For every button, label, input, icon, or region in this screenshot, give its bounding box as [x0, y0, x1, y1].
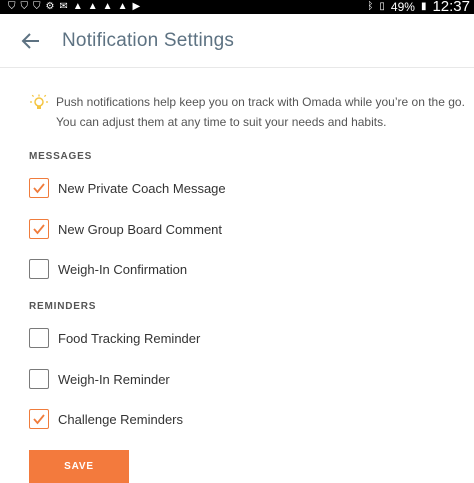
- warning-icon: ▲: [117, 1, 128, 12]
- checkmark-icon: [33, 183, 45, 194]
- option-label: Weigh-In Reminder: [58, 371, 170, 387]
- checkbox-checked[interactable]: [29, 178, 49, 198]
- settings-icon: ⚙: [45, 1, 55, 12]
- checkmark-icon: [33, 414, 45, 425]
- tip-line-2: You can adjust them at any time to suit …: [56, 115, 387, 129]
- page-title: Notification Settings: [62, 30, 235, 51]
- reminders-section-header: REMINDERS: [29, 301, 97, 312]
- mail-icon: ✉: [59, 1, 68, 12]
- shield-icon: ⛉: [20, 1, 29, 12]
- shield-icon: ⛉: [8, 1, 16, 12]
- battery-percent: 49%: [390, 0, 415, 14]
- status-bar: ⛉ ⛉ ⛉ ⚙ ✉ ▲ ▲ ▲ ▲ ▶ ᛒ ▯ 49% ▮ 12:37: [0, 0, 474, 14]
- bluetooth-icon: ᛒ: [367, 1, 374, 12]
- save-button[interactable]: SAVE: [29, 450, 129, 483]
- battery-icon: ▮: [420, 1, 427, 12]
- back-arrow-icon[interactable]: [20, 30, 42, 52]
- option-label: New Group Board Comment: [58, 221, 223, 237]
- checkmark-icon: [33, 224, 45, 235]
- option-weigh-in-reminder[interactable]: Weigh-In Reminder: [29, 368, 170, 390]
- option-label: Weigh-In Confirmation: [58, 261, 188, 277]
- notification-icons: ⛉ ⛉ ⛉ ⚙ ✉ ▲ ▲ ▲ ▲ ▶: [8, 0, 140, 14]
- warning-icon: ▲: [102, 1, 113, 12]
- checkbox-unchecked[interactable]: [29, 369, 49, 389]
- tip-text: Push notifications help keep you on trac…: [56, 92, 466, 132]
- option-challenge-reminders[interactable]: Challenge Reminders: [29, 408, 183, 430]
- option-weigh-in-confirmation[interactable]: Weigh-In Confirmation: [29, 258, 187, 280]
- shield-icon: ⛉: [33, 1, 41, 12]
- checkbox-checked[interactable]: [29, 219, 49, 239]
- checkbox-unchecked[interactable]: [29, 259, 49, 279]
- play-store-icon: ▶: [132, 1, 141, 12]
- tip-line-1: Push notifications help keep you on trac…: [56, 95, 465, 109]
- warning-icon: ▲: [72, 1, 83, 12]
- vibrate-icon: ▯: [379, 1, 385, 12]
- warning-icon: ▲: [87, 1, 98, 12]
- messages-section-header: MESSAGES: [29, 151, 93, 162]
- system-status: ᛒ ▯ 49% ▮ 12:37: [367, 0, 470, 14]
- option-label: Food Tracking Reminder: [58, 330, 201, 346]
- clock: 12:37: [432, 0, 470, 15]
- option-label: New Private Coach Message: [58, 180, 226, 196]
- option-food-tracking-reminder[interactable]: Food Tracking Reminder: [29, 327, 200, 349]
- checkbox-unchecked[interactable]: [29, 328, 49, 348]
- checkbox-checked[interactable]: [29, 409, 49, 429]
- option-new-private-coach-message[interactable]: New Private Coach Message: [29, 177, 226, 199]
- lightbulb-icon: [30, 94, 48, 109]
- option-new-group-board-comment[interactable]: New Group Board Comment: [29, 218, 222, 240]
- app-bar: Notification Settings: [0, 14, 474, 68]
- option-label: Challenge Reminders: [58, 411, 184, 427]
